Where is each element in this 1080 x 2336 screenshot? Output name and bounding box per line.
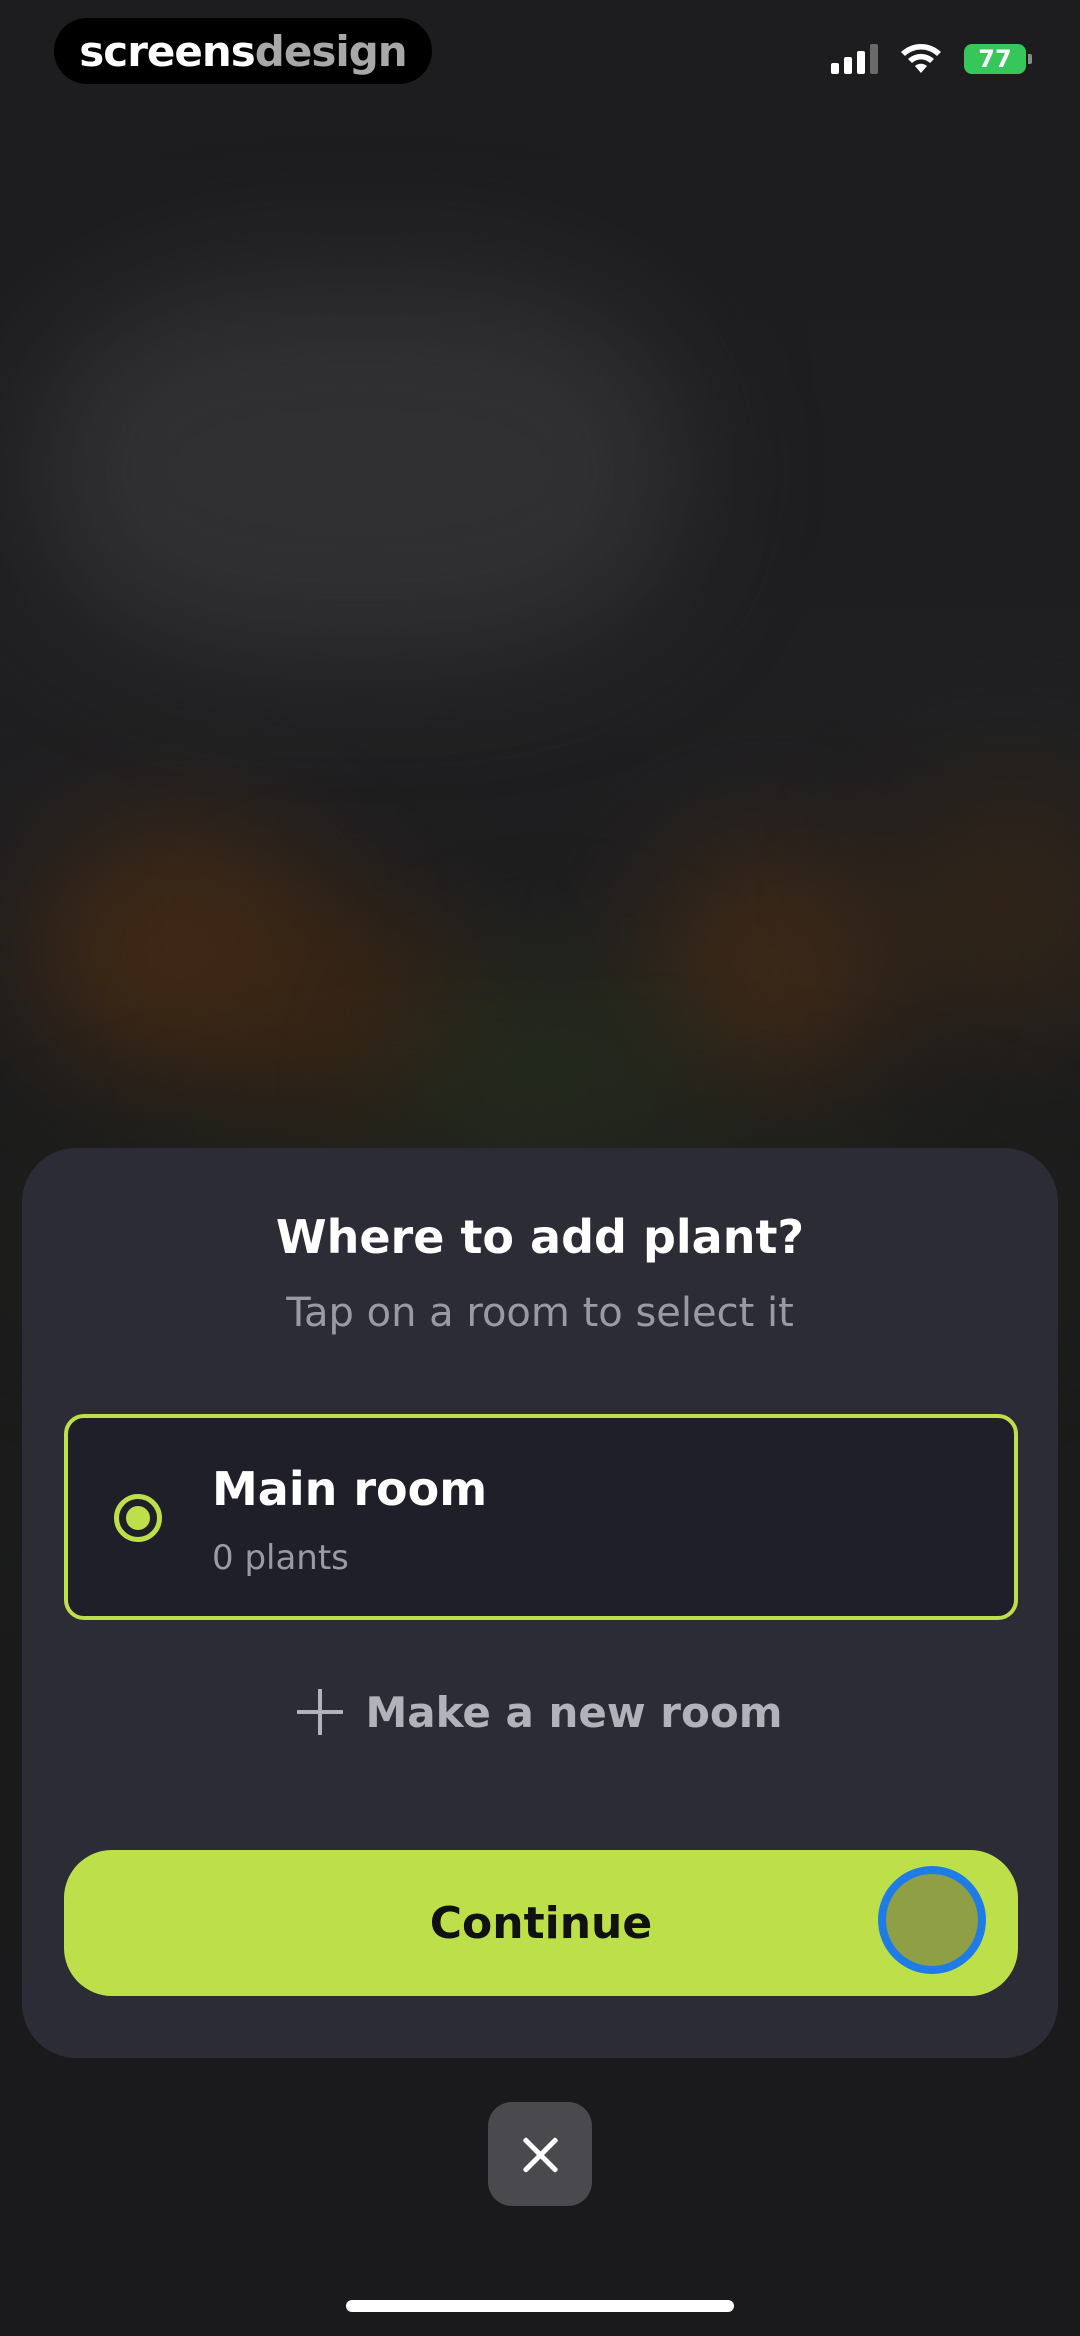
radio-selected-icon[interactable]	[114, 1494, 162, 1542]
watermark-part1: screens	[79, 26, 255, 76]
screen: screens design 77 Where to add plant? Tap…	[0, 0, 1080, 2336]
make-new-room-label: Make a new room	[365, 1687, 783, 1737]
wifi-icon	[901, 44, 941, 73]
room-option-main-room[interactable]: Main room 0 plants	[64, 1414, 1018, 1620]
sheet-subtitle: Tap on a room to select it	[286, 1290, 794, 1336]
battery-level: 77	[978, 45, 1012, 73]
home-indicator	[346, 2300, 734, 2312]
continue-button[interactable]: Continue	[64, 1850, 1018, 1996]
make-new-room-button[interactable]: Make a new room	[22, 1682, 1058, 1742]
status-bar: 77	[831, 38, 1032, 80]
touch-indicator	[878, 1866, 986, 1974]
continue-label: Continue	[429, 1897, 653, 1949]
watermark-part2: design	[254, 26, 408, 76]
close-icon[interactable]	[488, 2102, 592, 2206]
screensdesign-watermark: screens design	[54, 18, 432, 84]
cellular-signal-icon	[831, 44, 878, 74]
battery-icon: 77	[964, 44, 1032, 74]
sheet-title: Where to add plant?	[275, 1210, 805, 1264]
plus-icon	[297, 1689, 344, 1735]
room-plant-count: 0 plants	[212, 1538, 349, 1578]
add-plant-sheet: Where to add plant? Tap on a room to sel…	[22, 1148, 1058, 2058]
room-name: Main room	[212, 1462, 488, 1516]
